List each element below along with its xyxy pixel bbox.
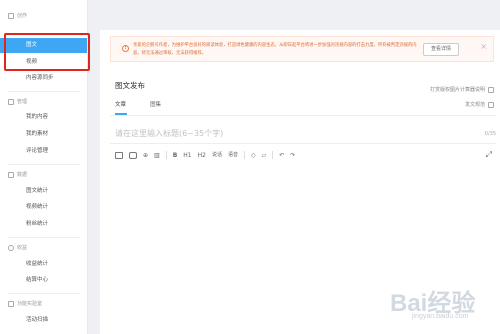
sidebar-item-activity[interactable]: 活动扫描 [0, 313, 87, 328]
section-label: 管理 [17, 99, 28, 105]
section-income: 收益 [8, 244, 27, 251]
divider [8, 293, 80, 294]
link-icon[interactable]: ⊕ [143, 151, 148, 160]
section-label: 创作 [17, 13, 28, 19]
h2-button[interactable]: H2 [198, 151, 206, 160]
notice-banner: ! 亲爱的企鹅号作者，为维护平台良好的阅读体验，打造绿色健康的内容生态，从即日起… [110, 36, 494, 62]
folder-icon [8, 98, 14, 105]
redo-icon[interactable]: ↷ [290, 151, 295, 160]
title-char-count: 0/35 [484, 131, 496, 137]
quote-button[interactable]: 说话 [212, 151, 222, 160]
sidebar-item-income-stats[interactable]: 收益统计 [0, 257, 87, 272]
tab-article[interactable]: 文章 [115, 100, 126, 108]
fullscreen-icon[interactable]: ⤢ [486, 150, 492, 159]
sidebar-item-content-sync[interactable]: 内容源同步 [0, 71, 87, 86]
bold-button[interactable]: B [173, 151, 178, 160]
section-data: 数据 [8, 171, 27, 178]
tip-link-label: 打赏版权图片计算器说明 [429, 87, 485, 93]
sidebar-item-article-stats[interactable]: 图文统计 [0, 184, 87, 199]
sidebar-item-fans-stats[interactable]: 粉丝统计 [0, 217, 87, 232]
highlight-icon[interactable]: ▱ [262, 151, 267, 160]
section-label: 功能实验室 [17, 301, 43, 307]
sidebar-item-my-material[interactable]: 我的素材 [0, 127, 87, 142]
sidebar-item-comments[interactable]: 评论管理 [0, 144, 87, 159]
divider [8, 91, 80, 92]
watermark-url: jingyan.baidu.com [412, 313, 469, 320]
sidebar-item-settlement[interactable]: 结算中心 [0, 273, 87, 288]
close-icon[interactable]: × [480, 43, 487, 51]
section-label: 收益 [17, 245, 28, 251]
section-manage: 管理 [8, 98, 27, 105]
guideline-link-label: 发文规范 [464, 102, 485, 108]
chart-icon [8, 171, 14, 178]
toolbar-divider [165, 151, 167, 159]
highlight-box [4, 33, 90, 71]
coin-icon [8, 244, 14, 251]
h1-button[interactable]: H1 [183, 151, 191, 160]
toolbar-divider [244, 151, 245, 159]
title-input[interactable]: 请在这里输入标题(6~35个字) [115, 128, 223, 139]
section-create: 创作 [8, 12, 27, 19]
eraser-icon[interactable]: ◇ [251, 151, 256, 160]
undo-icon[interactable]: ↶ [279, 151, 284, 160]
warning-icon: ! [122, 45, 129, 52]
view-details-button[interactable]: 查看详情 [423, 43, 459, 56]
notice-text: 亲爱的企鹅号作者，为维护平台良好的阅读体验，打造绿色健康的内容生态，从即日起平台… [133, 43, 417, 56]
image-icon[interactable] [115, 151, 123, 160]
guideline-link[interactable]: 发文规范 [465, 101, 494, 108]
doc-icon [488, 101, 494, 108]
voice-button[interactable]: 语音 [228, 151, 238, 160]
info-icon [488, 86, 494, 93]
divider [8, 237, 80, 238]
section-label: 数据 [17, 172, 28, 178]
tab-gallery[interactable]: 图集 [150, 100, 161, 108]
chart-icon[interactable]: ▥ [154, 151, 160, 160]
toolbar-divider [272, 151, 274, 159]
divider [8, 164, 80, 165]
sidebar-item-video-stats[interactable]: 视频统计 [0, 200, 87, 215]
tip-link[interactable]: 打赏版权图片计算器说明 [430, 86, 494, 93]
edit-icon [8, 12, 14, 19]
section-lab: 功能实验室 [8, 300, 42, 307]
divider [110, 143, 496, 144]
page-title: 图文发布 [115, 81, 145, 90]
editor-toolbar: ⊕ ▥ B H1 H2 说话 语音 ◇ ▱ ↶ ↷ [115, 150, 295, 160]
lab-icon [8, 300, 14, 307]
divider [110, 115, 496, 116]
video-icon[interactable] [129, 151, 137, 160]
sidebar-item-my-content[interactable]: 我的内容 [0, 110, 87, 125]
